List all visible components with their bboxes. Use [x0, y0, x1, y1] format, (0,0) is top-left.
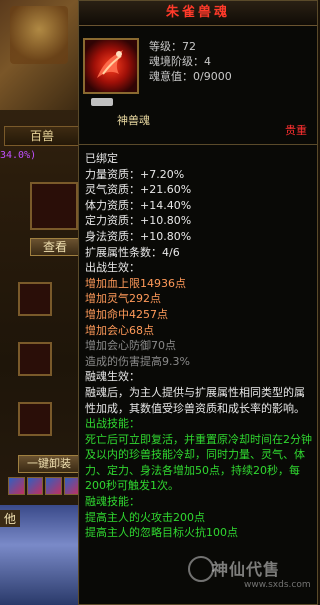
- icon-badge: [91, 98, 113, 106]
- stat-line: 身法资质：+10.80%: [85, 229, 192, 243]
- fuse-skill-2: 提高主人的忽略目标火抗100点: [85, 526, 238, 540]
- soul-slot-3[interactable]: [18, 402, 52, 436]
- watermark-text: 神仙代售: [212, 560, 281, 579]
- soul-level: 等级：72: [149, 40, 196, 53]
- stat-line: 增加命中4257点: [85, 307, 168, 321]
- progress-percent: 34.0%): [0, 150, 37, 161]
- watermark-url: www.sxds.com: [244, 580, 311, 590]
- decorative-banner: [10, 6, 68, 64]
- soul-tier: 魂境阶级：4: [149, 55, 211, 68]
- stat-line: 增加灵气292点: [85, 292, 161, 306]
- stat-line: 增加会心防御70点: [85, 339, 176, 353]
- pet-type-name: 神兽魂: [117, 114, 150, 127]
- stat-line: 力量资质：+7.20%: [85, 167, 185, 181]
- fuse-skill-1: 提高主人的火攻击200点: [85, 510, 205, 524]
- buff-icon[interactable]: [45, 477, 62, 495]
- tooltip-header: 等级：72 魂境阶级：4 魂意值：0/9000 神兽魂 贵重: [79, 26, 317, 145]
- stat-line: 扩展属性条数：4/6: [85, 245, 180, 259]
- phoenix-soul-icon: [83, 38, 139, 106]
- stat-line: 灵气资质：+21.60%: [85, 183, 192, 197]
- stat-line: 造成的伤害提高9.3%: [85, 354, 190, 368]
- buff-icon-row: [8, 477, 80, 497]
- rarity-label: 贵重: [285, 124, 307, 137]
- background-header-art: [0, 0, 80, 110]
- tooltip-title: 朱雀兽魂: [79, 1, 317, 26]
- fuse-description: 融魂后，为主人提供与扩展属性相同类型的属性加成，其数值受珍兽资质和成长率的影响。: [85, 385, 305, 415]
- soul-slot-2[interactable]: [18, 342, 52, 376]
- buff-icon[interactable]: [8, 477, 25, 495]
- stat-line: 增加会心68点: [85, 323, 154, 337]
- fuse-skill-title: 融魂技能：: [85, 495, 140, 509]
- watermark-logo-icon: [188, 556, 214, 582]
- equip-all-button[interactable]: 一键卸装: [18, 455, 80, 473]
- bottom-tab-label[interactable]: 他: [0, 510, 21, 527]
- stat-line: 增加血上限14936点: [85, 276, 186, 290]
- tooltip-body: 已绑定 力量资质：+7.20% 灵气资质：+21.60% 体力资质：+14.40% 定…: [79, 145, 317, 541]
- item-tooltip: 朱雀兽魂 等级：72 魂境阶级：4 魂意值：0/9000 神兽魂 贵重 已绑定 …: [78, 0, 318, 605]
- bound-status: 已绑定: [85, 152, 118, 165]
- buff-icon[interactable]: [26, 477, 43, 495]
- stat-list: 力量资质：+7.20% 灵气资质：+21.60% 体力资质：+14.40% 定力资质：…: [85, 167, 313, 385]
- view-button[interactable]: 查看: [30, 238, 80, 256]
- stat-line: 融魂生效：: [85, 370, 140, 384]
- battle-skill-title: 出战技能：: [85, 417, 140, 431]
- stat-line: 体力资质：+14.40%: [85, 198, 192, 212]
- pet-slot-main[interactable]: [30, 182, 78, 230]
- battle-skill-desc: 死亡后可立即复活，并重置原冷却时间在2分钟及以内的珍兽技能冷却，同时力量、灵气、…: [85, 432, 312, 493]
- stat-line: 出战生效：: [85, 261, 140, 275]
- soul-slot-1[interactable]: [18, 282, 52, 316]
- tab-beasts[interactable]: 百兽: [4, 126, 80, 146]
- soul-value: 魂意值：0/9000: [149, 70, 232, 83]
- stat-line: 定力资质：+10.80%: [85, 214, 192, 228]
